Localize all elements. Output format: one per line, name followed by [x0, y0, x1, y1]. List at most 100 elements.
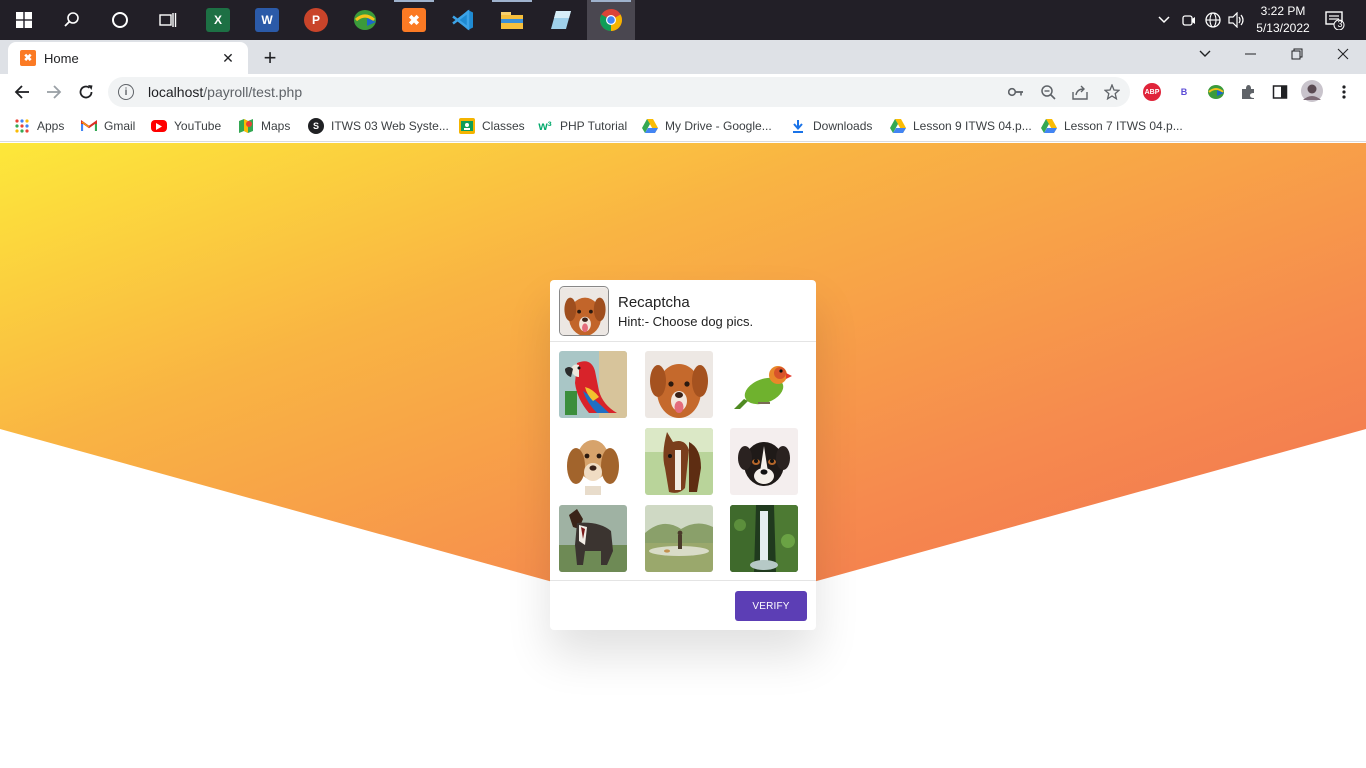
cortana-icon[interactable] [96, 0, 144, 40]
close-tab-icon[interactable]: ✕ [220, 50, 236, 67]
captcha-hint: Hint:- Choose dog pics. [618, 314, 754, 329]
clock-date: 5/13/2022 [1256, 21, 1310, 35]
captcha-title: Recaptcha [618, 294, 690, 311]
bookmark-label: PHP Tutorial [560, 119, 628, 133]
bookmark-lesson-7[interactable]: Lesson 7 ITWS 04.p... [1041, 116, 1183, 136]
captcha-image-parrot-macaw[interactable] [559, 351, 627, 418]
tab-search-chevron-icon[interactable] [1182, 40, 1228, 68]
close-window-button[interactable] [1320, 40, 1366, 68]
new-tab-button[interactable]: + [258, 45, 282, 70]
page-viewport: Recaptcha Hint:- Choose dog pics. VERIFY [0, 143, 1366, 768]
bookmark-label: YouTube [174, 119, 222, 133]
url-text: localhost/payroll/test.php [148, 84, 302, 100]
reload-button[interactable] [72, 78, 100, 106]
drive-icon [1041, 118, 1057, 134]
network-globe-icon[interactable] [1203, 0, 1223, 40]
tab-title: Home [44, 50, 79, 66]
bookmark-label: Maps [261, 119, 291, 133]
bookmark-lesson-9[interactable]: Lesson 9 ITWS 04.p... [890, 116, 1032, 136]
drive-icon [642, 118, 658, 134]
bookmark-label: My Drive - Google... [665, 119, 772, 133]
bookmark-label: ITWS 03 Web Syste... [331, 119, 449, 133]
clock-time: 3:22 PM [1260, 4, 1306, 18]
site-info-icon[interactable]: i [118, 84, 134, 100]
captcha-image-horse-suit[interactable] [559, 505, 627, 572]
bookmark-maps[interactable]: Maps [238, 116, 290, 136]
chrome-menu-icon[interactable] [1334, 82, 1354, 102]
bookmark-label: Apps [37, 119, 65, 133]
notepad-icon[interactable] [537, 0, 585, 40]
captcha-image-landscape[interactable] [645, 505, 713, 572]
share-icon[interactable] [1070, 82, 1090, 102]
bookmark-classes[interactable]: Classes [459, 116, 525, 136]
start-icon[interactable] [0, 0, 48, 40]
xampp-icon[interactable]: ✖ [390, 0, 438, 40]
bookmark-label: Lesson 7 ITWS 04.p... [1064, 119, 1183, 133]
vscode-icon[interactable] [439, 0, 487, 40]
bookmark-label: Lesson 9 ITWS 04.p... [913, 119, 1032, 133]
download-icon [790, 118, 806, 134]
notification-center-icon[interactable]: 3 [1320, 0, 1350, 40]
s-icon: S [308, 118, 324, 134]
address-bar[interactable]: i localhost/payroll/test.php [108, 77, 1130, 107]
captcha-image-dog-toller[interactable] [645, 351, 713, 418]
restore-button[interactable] [1274, 40, 1320, 68]
password-key-icon[interactable] [1006, 82, 1026, 102]
search-icon[interactable] [48, 0, 96, 40]
bookmark-downloads[interactable]: Downloads [790, 116, 872, 136]
meet-now-icon[interactable] [1179, 0, 1199, 40]
bookmark-my-drive[interactable]: My Drive - Google... [642, 116, 772, 136]
profile-avatar[interactable] [1300, 79, 1324, 103]
captcha-image-dog-puppy[interactable] [730, 428, 798, 495]
captcha-card: Recaptcha Hint:- Choose dog pics. VERIFY [550, 280, 816, 630]
xampp-favicon-icon: ✖ [20, 50, 36, 66]
adblock-plus-icon[interactable]: ABP [1142, 82, 1162, 102]
bookmark-youtube[interactable]: YouTube [151, 116, 221, 136]
bookmark-apps[interactable]: Apps [14, 116, 64, 136]
youtube-icon [151, 120, 167, 132]
bookmark-label: Gmail [104, 119, 136, 133]
zoom-out-icon[interactable] [1038, 82, 1058, 102]
verify-button[interactable]: VERIFY [735, 591, 807, 621]
bookmark-label: Classes [482, 119, 525, 133]
tab-home[interactable]: ✖ Home ✕ [8, 42, 248, 74]
forward-button[interactable] [40, 78, 68, 106]
bookmark-gmail[interactable]: Gmail [81, 116, 135, 136]
drive-icon [890, 118, 906, 134]
internet-download-manager-icon[interactable] [341, 0, 389, 40]
apps-grid-icon [14, 118, 30, 134]
back-button[interactable] [8, 78, 36, 106]
bookmark-star-icon[interactable] [1102, 82, 1122, 102]
extensions-puzzle-icon[interactable] [1238, 82, 1258, 102]
chevron-up-icon[interactable] [1154, 0, 1174, 40]
gmail-icon [81, 118, 97, 134]
captcha-footer-divider [550, 580, 816, 581]
url-host: localhost [148, 84, 204, 100]
w3schools-icon: w³ [538, 119, 552, 133]
excel-icon[interactable]: X [194, 0, 242, 40]
volume-icon[interactable] [1226, 0, 1248, 40]
task-view-icon[interactable] [144, 0, 192, 40]
file-explorer-icon[interactable] [488, 0, 536, 40]
captcha-image-dog-beagle[interactable] [559, 428, 627, 495]
powerpoint-icon[interactable]: P [292, 0, 340, 40]
captcha-avatar-dog [559, 286, 609, 336]
b-extension-icon[interactable]: B [1174, 82, 1194, 102]
side-panel-icon[interactable] [1270, 82, 1290, 102]
minimize-button[interactable] [1228, 40, 1274, 68]
captcha-image-horse-brown[interactable] [645, 428, 713, 495]
captcha-image-waterfall[interactable] [730, 505, 798, 572]
bookmarks-bar: Apps Gmail YouTube Maps S ITWS 03 Web Sy… [0, 110, 1366, 142]
windows-taskbar: X W P ✖ 3:22 PM 5/13/2022 3 [0, 0, 1366, 40]
bookmark-itws-03[interactable]: S ITWS 03 Web Syste... [308, 116, 449, 136]
bookmark-label: Downloads [813, 119, 873, 133]
system-clock[interactable]: 3:22 PM 5/13/2022 [1246, 0, 1320, 40]
maps-icon [238, 118, 254, 134]
bookmark-php-tutorial[interactable]: w³ PHP Tutorial [537, 116, 627, 136]
idm-extension-icon[interactable] [1206, 82, 1226, 102]
browser-toolbar: i localhost/payroll/test.php ABP B [0, 74, 1366, 110]
word-icon[interactable]: W [243, 0, 291, 40]
chrome-icon[interactable] [587, 0, 635, 40]
captcha-image-parrot-lovebird[interactable] [730, 351, 798, 418]
notification-count-badge: 3 [1337, 19, 1343, 29]
